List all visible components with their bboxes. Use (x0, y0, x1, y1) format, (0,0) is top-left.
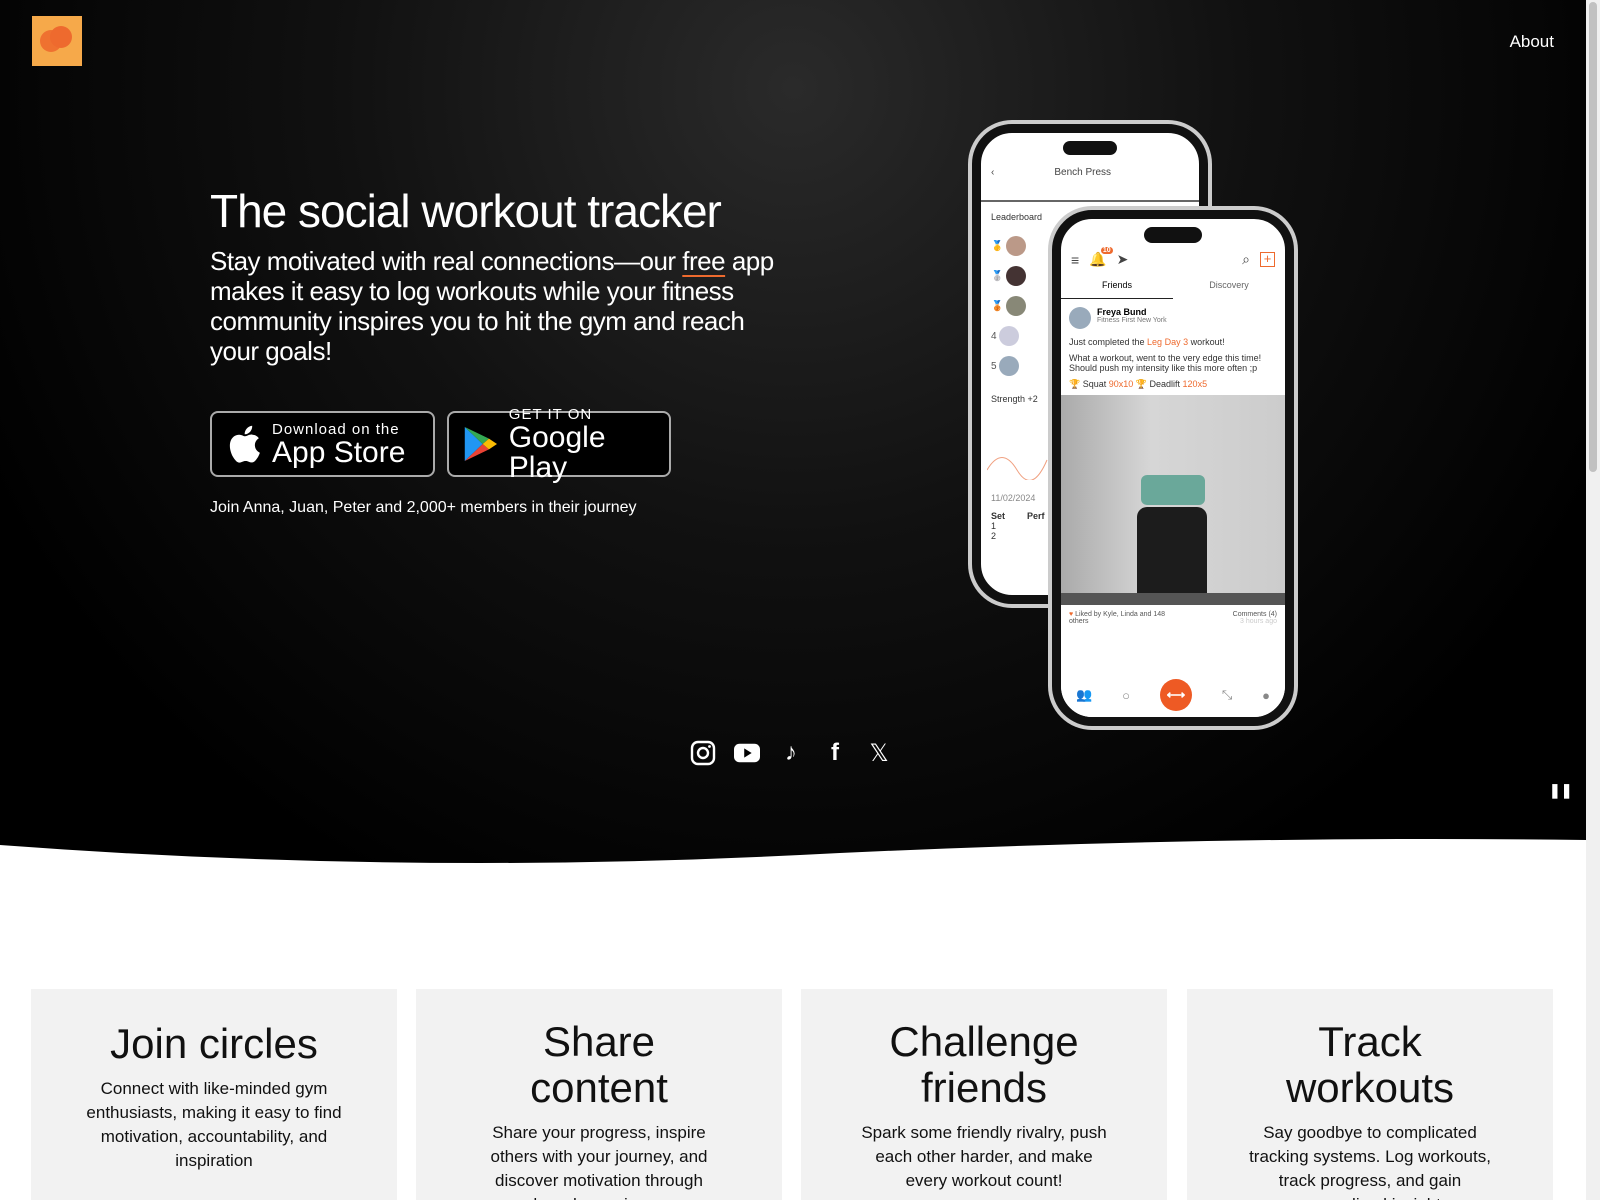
social-links: ♪ f 𝕏 (690, 739, 892, 767)
google-play-small: GET IT ON (508, 405, 593, 423)
bell-icon[interactable]: 🔔 10 (1089, 247, 1113, 268)
lift-name: Squat (1082, 379, 1107, 389)
circle-icon[interactable]: ○ (1122, 688, 1130, 703)
expand-icon[interactable]: ⤡ (1222, 687, 1232, 703)
about-link[interactable]: About (1510, 32, 1554, 52)
pause-icon[interactable]: ❚❚ (1549, 782, 1572, 799)
post-body: What a workout, went to the very edge th… (1069, 353, 1262, 373)
feature-card-join-circles: Join circles Connect with like-minded gym… (31, 989, 397, 1200)
google-play-big: Google Play (508, 420, 606, 484)
friends-icon[interactable]: 👥 (1076, 687, 1092, 703)
hero-subtitle: Stay motivated with real connections—our… (210, 246, 790, 366)
youtube-icon[interactable] (734, 740, 760, 766)
google-play-button[interactable]: GET IT ON Google Play (447, 406, 671, 482)
heart-icon[interactable]: ♥ (1069, 611, 1073, 618)
dumbbell-icon[interactable]: ⟷ (1159, 679, 1192, 711)
post-text: Just completed the Leg Day 3 workout! (1061, 337, 1285, 353)
strength-chart (986, 457, 1048, 481)
lift-value: 90x10 (1108, 379, 1134, 389)
tiktok-icon[interactable]: ♪ (778, 739, 804, 766)
perf-header: Perf (1027, 511, 1045, 521)
avatar (1069, 307, 1091, 329)
free-highlight: free (682, 246, 726, 276)
post-pre: Just completed the (1069, 337, 1148, 347)
feature-card-track-workouts: Track workouts Say goodbye to complicated… (1187, 989, 1553, 1200)
post-header: Freya Bund Fitness First New York (1061, 299, 1285, 337)
post-post: workout! (1188, 337, 1225, 347)
add-post-icon[interactable]: + (1260, 252, 1275, 267)
facebook-icon[interactable]: f (822, 739, 848, 766)
post-footer: ♥ Liked by Kyle, Linda and 148 others Co… (1061, 605, 1285, 631)
lift-name: Deadlift (1149, 379, 1181, 389)
app-store-button[interactable]: Download on the App Store (210, 411, 435, 477)
exercise-title: Bench Press (1054, 167, 1112, 178)
feed-toolbar: ≡ 🔔 10 ➤ ⌕ + (1061, 247, 1285, 268)
feature-card-challenge-friends: Challenge friends Spark some friendly riv… (801, 989, 1167, 1200)
send-icon[interactable]: ➤ (1117, 251, 1129, 268)
dynamic-island (1144, 227, 1202, 243)
subtitle-text: Stay motivated with real connections—our (210, 246, 683, 276)
workout-link[interactable]: Leg Day 3 (1147, 337, 1188, 347)
post-photo (1061, 395, 1285, 605)
set-header: Set (991, 511, 1006, 521)
feature-title: Track workouts (1285, 1018, 1455, 1111)
feature-text: Connect with like-minded gym enthusiasts… (86, 1079, 342, 1170)
hero-section: About The social workout tracker Stay mo… (0, 0, 1586, 880)
rank: 5 (991, 361, 997, 372)
back-header: ‹ Bench Press (981, 163, 1199, 182)
scrollbar-thumb[interactable] (1589, 2, 1597, 472)
tab-friends[interactable]: Friends (1061, 280, 1173, 299)
phone-mockup-front: ≡ 🔔 10 ➤ ⌕ + Friends Discovery Freya Bund… (1052, 210, 1294, 726)
feature-title: Share content (530, 1018, 668, 1111)
feature-title: Challenge friends (889, 1018, 1079, 1111)
bottom-nav: 👥 ○ ⟷ ⤡ ● (1061, 673, 1285, 717)
feature-title: Join circles (110, 1020, 318, 1067)
logo[interactable] (32, 16, 82, 66)
feature-text: Spark some friendly rivalry, push each o… (861, 1123, 1107, 1190)
hero-title: The social workout tracker (210, 185, 722, 237)
tab-discovery[interactable]: Discovery (1173, 280, 1285, 299)
back-icon: ‹ (991, 167, 995, 178)
join-text: Join Anna, Juan, Peter and 2,000+ member… (210, 499, 637, 516)
instagram-icon[interactable] (690, 740, 716, 766)
feature-card-share-content: Share content Share your progress, inspir… (416, 989, 782, 1200)
likes-text: Liked by Kyle, Linda and 148 others (1069, 611, 1166, 625)
dynamic-island (1063, 141, 1117, 155)
apple-icon (229, 425, 260, 463)
post-gym: Fitness First New York (1097, 317, 1167, 324)
app-store-small: Download on the (272, 420, 400, 438)
rank: 4 (991, 331, 997, 342)
app-store-big: App Store (272, 435, 406, 469)
post-lifts: 🏆 Squat 90x10 🏆 Deadlift 120x5 (1069, 379, 1208, 389)
google-play-icon (464, 427, 497, 461)
post-user[interactable]: Freya Bund (1097, 307, 1167, 317)
profile-icon[interactable]: ● (1262, 688, 1270, 703)
comments-link[interactable]: Comments (4) (1233, 611, 1277, 618)
scrollbar[interactable] (1586, 0, 1600, 1200)
lift-value: 120x5 (1182, 379, 1208, 389)
x-icon[interactable]: 𝕏 (866, 740, 892, 767)
feature-text: Say goodbye to complicated tracking syst… (1249, 1123, 1491, 1200)
filter-icon[interactable]: ≡ (1071, 252, 1079, 268)
feed-tabs: Friends Discovery (1061, 280, 1285, 299)
wave-divider (0, 839, 1586, 895)
phone-tabs (981, 186, 1199, 202)
feature-text: Share your progress, inspire others with… (490, 1123, 708, 1200)
search-icon[interactable]: ⌕ (1242, 251, 1250, 268)
notification-badge: 10 (1100, 247, 1113, 254)
post-time: 3 hours ago (1240, 618, 1277, 625)
